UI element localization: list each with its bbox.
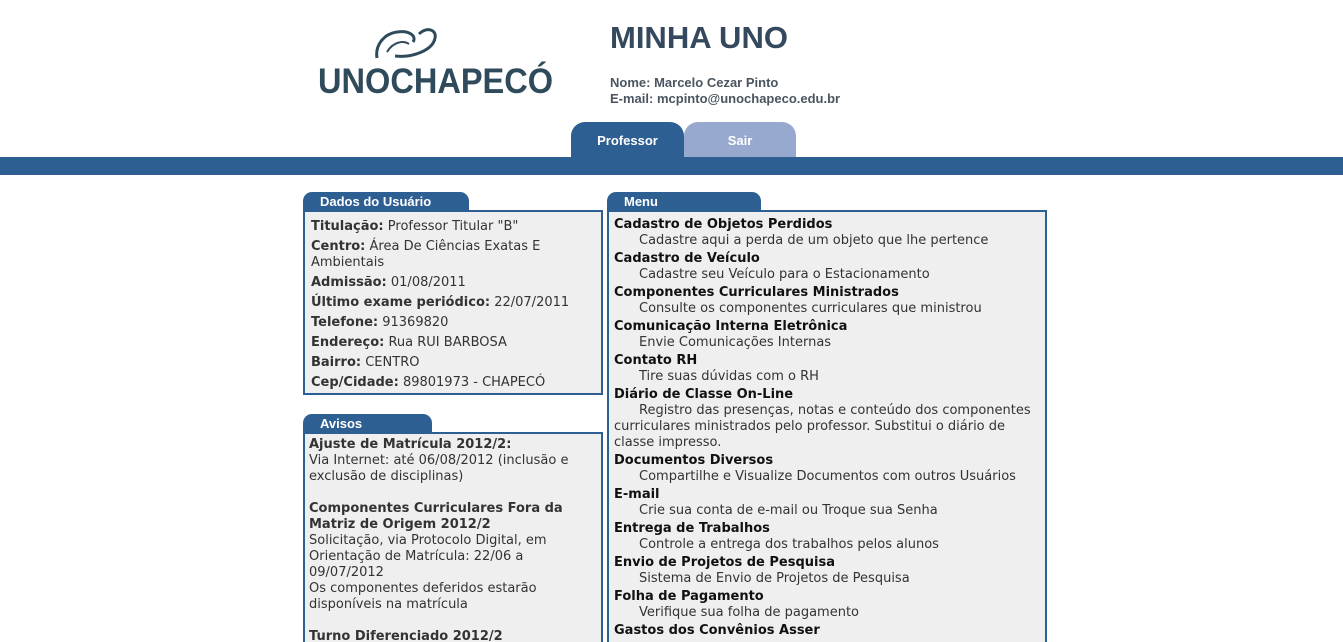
dados-row-telefone: Telefone: 91369820 xyxy=(311,313,595,333)
dados-value: 89801973 - CHAPECÓ xyxy=(402,375,546,390)
menu-item-componentes[interactable]: Componentes Curriculares Ministrados Con… xyxy=(614,285,1040,317)
dados-row-admissao: Admissão: 01/08/2011 xyxy=(311,273,595,293)
dados-label: Telefone: xyxy=(311,315,379,330)
tab-professor[interactable]: Professor xyxy=(571,122,684,158)
aviso-item: Componentes Curriculares Fora da Matriz … xyxy=(309,501,597,613)
menu-item-desc: Tire suas dúvidas com o RH xyxy=(639,369,819,384)
menu-item-desc: Compartilhe e Visualize Documentos com o… xyxy=(639,469,1016,484)
dados-label: Titulação: xyxy=(311,219,384,234)
menu-item-title[interactable]: Cadastro de Veículo xyxy=(614,251,1040,267)
dados-value: 91369820 xyxy=(382,315,449,330)
menu-item-desc: Sistema de Envio de Projetos de Pesquisa xyxy=(639,571,910,586)
dados-row-exame: Último exame periódico: 22/07/2011 xyxy=(311,293,595,313)
aviso-item: Ajuste de Matrícula 2012/2: Via Internet… xyxy=(309,437,597,485)
aviso-text: Solicitação, via Protocolo Digital, em O… xyxy=(309,533,547,580)
menu-item-desc: Cadastre aqui a perda de um objeto que l… xyxy=(639,233,989,248)
menu-item-folha[interactable]: Folha de Pagamento Verifique sua folha d… xyxy=(614,589,1040,621)
user-info: Nome: Marcelo Cezar Pinto E-mail: mcpint… xyxy=(610,75,840,107)
dados-value: Professor Titular "B" xyxy=(387,219,519,234)
menu-item-desc: Consulte os componentes curriculares que… xyxy=(639,301,982,316)
menu-item-title[interactable]: Entrega de Trabalhos xyxy=(614,521,1040,537)
aviso-item: Turno Diferenciado 2012/2 xyxy=(309,629,597,642)
dados-value: 22/07/2011 xyxy=(494,295,570,310)
menu-item-desc: Verifique sua folha de pagamento xyxy=(639,605,860,620)
dados-label: Endereço: xyxy=(311,335,385,350)
menu-item-contato-rh[interactable]: Contato RH Tire suas dúvidas com o RH xyxy=(614,353,1040,385)
menu-item-title[interactable]: Cadastro de Objetos Perdidos xyxy=(614,217,1040,233)
menu-item-title[interactable]: Diário de Classe On-Line xyxy=(614,387,1040,403)
logo-swoosh-icon xyxy=(375,28,437,59)
menu-item-title[interactable]: Folha de Pagamento xyxy=(614,589,1040,605)
menu-item-title[interactable]: Contato RH xyxy=(614,353,1040,369)
menu-panel: Cadastro de Objetos Perdidos Cadastre aq… xyxy=(607,210,1047,642)
menu-item-email[interactable]: E-mail Crie sua conta de e-mail ou Troqu… xyxy=(614,487,1040,519)
menu-item-trabalhos[interactable]: Entrega de Trabalhos Controle a entrega … xyxy=(614,521,1040,553)
menu-item-desc: Cadastre seu Veículo para o Estacionamen… xyxy=(639,267,930,282)
aviso-title: Turno Diferenciado 2012/2 xyxy=(309,629,503,642)
dados-label: Último exame periódico: xyxy=(311,295,491,310)
aviso-text: Via Internet: até 06/08/2012 (inclusão e… xyxy=(309,453,569,484)
menu-item-title[interactable]: E-mail xyxy=(614,487,1040,503)
menu-item-projetos[interactable]: Envio de Projetos de Pesquisa Sistema de… xyxy=(614,555,1040,587)
user-email-label: E-mail: xyxy=(610,91,654,106)
dados-value: Rua RUI BARBOSA xyxy=(388,335,507,350)
dados-usuario-header: Dados do Usuário xyxy=(303,192,469,211)
menu-item-title[interactable]: Envio de Projetos de Pesquisa xyxy=(614,555,1040,571)
user-name-line: Nome: Marcelo Cezar Pinto xyxy=(610,75,840,91)
dados-row-bairro: Bairro: CENTRO xyxy=(311,353,595,373)
menu-item-desc: Registro das presenças, notas e conteúdo… xyxy=(614,403,1031,450)
dados-label: Admissão: xyxy=(311,275,387,290)
menu-item-desc: Controle a entrega dos trabalhos pelos a… xyxy=(639,537,939,552)
menu-header: Menu xyxy=(607,192,761,211)
tab-sair[interactable]: Sair xyxy=(684,122,796,158)
dados-label: Cep/Cidade: xyxy=(311,375,399,390)
avisos-panel: Ajuste de Matrícula 2012/2: Via Internet… xyxy=(303,432,603,642)
menu-item-gastos[interactable]: Gastos dos Convênios Asser xyxy=(614,623,1040,639)
menu-item-title[interactable]: Documentos Diversos xyxy=(614,453,1040,469)
aviso-title: Ajuste de Matrícula 2012/2: xyxy=(309,437,512,452)
user-name: Marcelo Cezar Pinto xyxy=(654,75,779,90)
dados-label: Centro: xyxy=(311,239,366,254)
menu-item-diario[interactable]: Diário de Classe On-Line Registro das pr… xyxy=(614,387,1040,451)
dados-usuario-panel: Titulação: Professor Titular "B" Centro:… xyxy=(303,210,603,395)
menu-item-desc: Crie sua conta de e-mail ou Troque sua S… xyxy=(639,503,938,518)
user-email: mcpinto@unochapeco.edu.br xyxy=(656,91,841,106)
site-title: MINHA UNO xyxy=(610,20,788,55)
dados-row-endereco: Endereço: Rua RUI BARBOSA xyxy=(311,333,595,353)
dados-row-titulacao: Titulação: Professor Titular "B" xyxy=(311,217,595,237)
dados-value: CENTRO xyxy=(365,355,420,370)
dados-row-cep: Cep/Cidade: 89801973 - CHAPECÓ xyxy=(311,373,595,393)
menu-item-veiculo[interactable]: Cadastro de Veículo Cadastre seu Veículo… xyxy=(614,251,1040,283)
menu-item-documentos[interactable]: Documentos Diversos Compartilhe e Visual… xyxy=(614,453,1040,485)
avisos-header: Avisos xyxy=(303,414,432,433)
user-email-line: E-mail: mcpinto@unochapeco.edu.br xyxy=(610,91,840,107)
menu-item-title[interactable]: Gastos dos Convênios Asser xyxy=(614,623,1040,639)
dados-label: Bairro: xyxy=(311,355,362,370)
menu-item-desc: Envie Comunicações Internas xyxy=(639,335,832,350)
menu-item-title[interactable]: Comunicação Interna Eletrônica xyxy=(614,319,1040,335)
menu-item-title[interactable]: Componentes Curriculares Ministrados xyxy=(614,285,1040,301)
aviso-title: Componentes Curriculares Fora da Matriz … xyxy=(309,501,563,532)
user-name-label: Nome: xyxy=(610,75,651,90)
unochapeco-logo: UNOCHAPECÓ xyxy=(318,28,553,101)
menu-item-comunicacao[interactable]: Comunicação Interna Eletrônica Envie Com… xyxy=(614,319,1040,351)
aviso-text: Os componentes deferidos estarão disponí… xyxy=(309,581,537,612)
dados-row-centro: Centro: Área De Ciências Exatas E Ambien… xyxy=(311,239,595,271)
dados-value: 01/08/2011 xyxy=(390,275,466,290)
logo-text: UNOCHAPECÓ xyxy=(318,62,554,101)
menu-item-objetos-perdidos[interactable]: Cadastro de Objetos Perdidos Cadastre aq… xyxy=(614,217,1040,249)
nav-bar xyxy=(0,157,1343,175)
